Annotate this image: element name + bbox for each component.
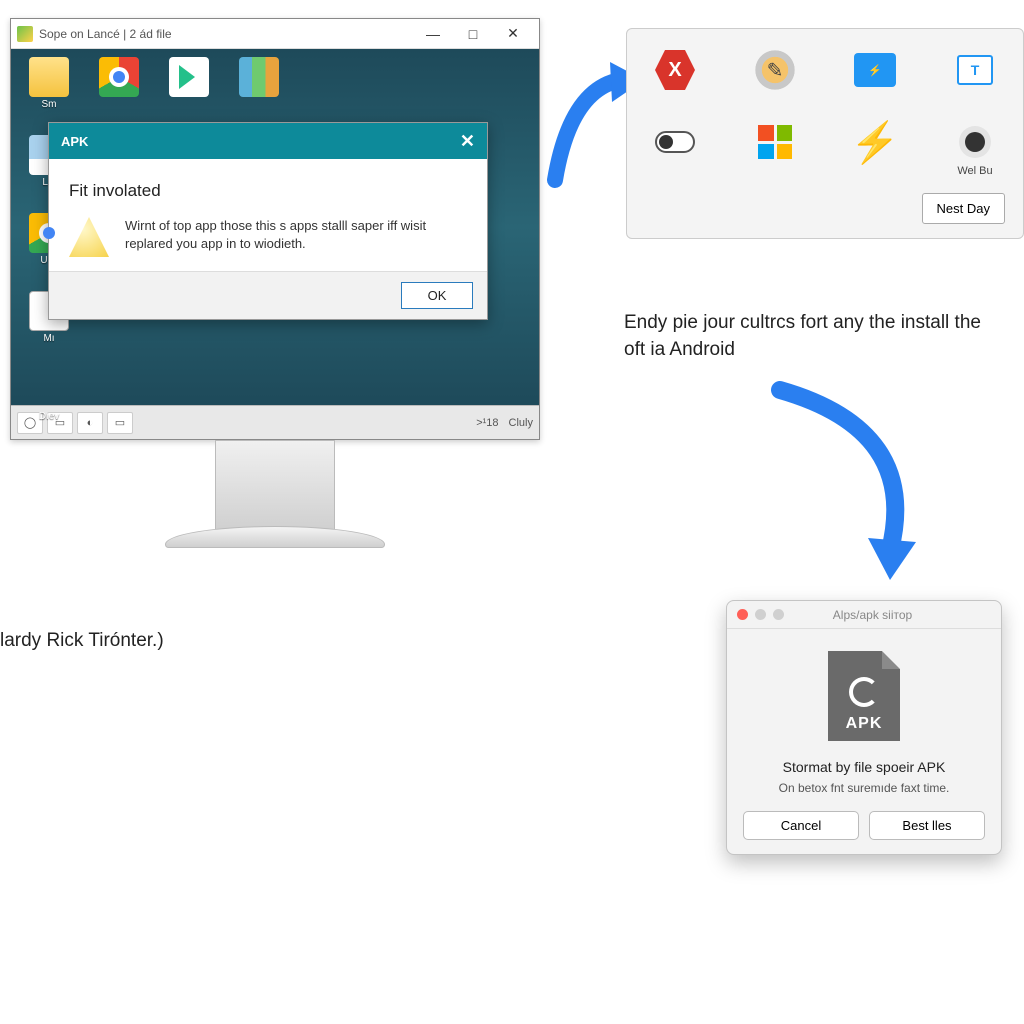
chrome-icon: [99, 57, 139, 97]
desktop-icon[interactable]: [229, 57, 289, 129]
webcam-icon: [952, 119, 998, 165]
panel-app[interactable]: Wel Bu: [945, 119, 1005, 177]
next-button[interactable]: Nest Day: [922, 193, 1005, 224]
bolt-icon: ⚡: [852, 119, 898, 165]
panel-app[interactable]: [945, 47, 1005, 93]
desktop-icon[interactable]: [89, 57, 149, 129]
panel-app[interactable]: [645, 119, 705, 177]
desktop-icon-label: Dıev: [39, 411, 60, 422]
desktop-icon-label: Mı: [43, 333, 54, 344]
app-icon: [17, 26, 33, 42]
panel-app[interactable]: [845, 47, 905, 93]
toggle-icon: [652, 119, 698, 165]
monitor-stand: [215, 440, 335, 530]
mac-dialog-heading: Stormat by file spoeir APK: [747, 759, 981, 775]
panel-app[interactable]: [745, 119, 805, 177]
desktop-icon[interactable]: Sm: [19, 57, 79, 129]
desktop-icon-label: Sm: [42, 99, 57, 110]
window-t-icon: [952, 47, 998, 93]
close-button[interactable]: ✕: [493, 20, 533, 48]
window-title: Sope on Lancé | 2 ád file: [39, 27, 413, 41]
desktop-icon[interactable]: Dıev: [19, 369, 79, 441]
apk-dialog-header[interactable]: APK ✕: [49, 123, 487, 159]
mac-titlebar[interactable]: Alps/apk siітор: [727, 601, 1001, 629]
maximize-button[interactable]: □: [453, 20, 493, 48]
cancel-button[interactable]: Cancel: [743, 811, 859, 840]
mac-dialog-subtext: On betox fnt suremıde faxt time.: [747, 781, 981, 795]
mac-dialog: Alps/apk siітор APK Stormat by file spoe…: [726, 600, 1002, 855]
mac-dialog-title: Alps/apk siітор: [784, 608, 991, 622]
minimize-button[interactable]: —: [413, 20, 453, 48]
panel-app[interactable]: ✎: [745, 47, 805, 93]
folder-flash-icon: [852, 47, 898, 93]
bars-icon: [239, 57, 279, 97]
instruction-text: Endy pie jour cultrcs fort any the insta…: [624, 310, 984, 363]
panel-app-label: Wel Bu: [957, 165, 992, 177]
folder-icon: [29, 57, 69, 97]
traffic-light-max-icon[interactable]: [773, 609, 784, 620]
play-icon: [169, 57, 209, 97]
panel-app[interactable]: ⚡: [845, 119, 905, 177]
apk-dialog-message: Wirnt of top app those this s apps stall…: [125, 217, 467, 257]
panel-app[interactable]: X: [645, 47, 705, 93]
apk-dialog-title: Fit involated: [69, 181, 467, 201]
desktop-icon[interactable]: [159, 57, 219, 129]
caption-text: lardy Rick Tirónter.): [0, 630, 164, 652]
apk-file-icon: APK: [828, 651, 900, 741]
apps-panel: X ✎ ⚡ Wel Bu Nest Day: [626, 28, 1024, 239]
traffic-light-close-icon[interactable]: [737, 609, 748, 620]
warning-icon: [69, 217, 109, 257]
apk-dialog-header-text: APK: [61, 134, 88, 149]
apk-dialog: APK ✕ Fit involated Wirnt of top app tho…: [48, 122, 488, 320]
x-icon: X: [652, 47, 698, 93]
microsoft-icon: [752, 119, 798, 165]
windows-titlebar[interactable]: Sope on Lancé | 2 ád file — □ ✕: [11, 19, 539, 49]
confirm-button[interactable]: Best lles: [869, 811, 985, 840]
traffic-light-min-icon[interactable]: [755, 609, 766, 620]
ok-button[interactable]: OK: [401, 282, 473, 309]
arrow-down-icon: [760, 370, 940, 590]
monitor-base: [165, 526, 385, 548]
close-icon[interactable]: ✕: [460, 131, 475, 152]
tools-icon: ✎: [752, 47, 798, 93]
